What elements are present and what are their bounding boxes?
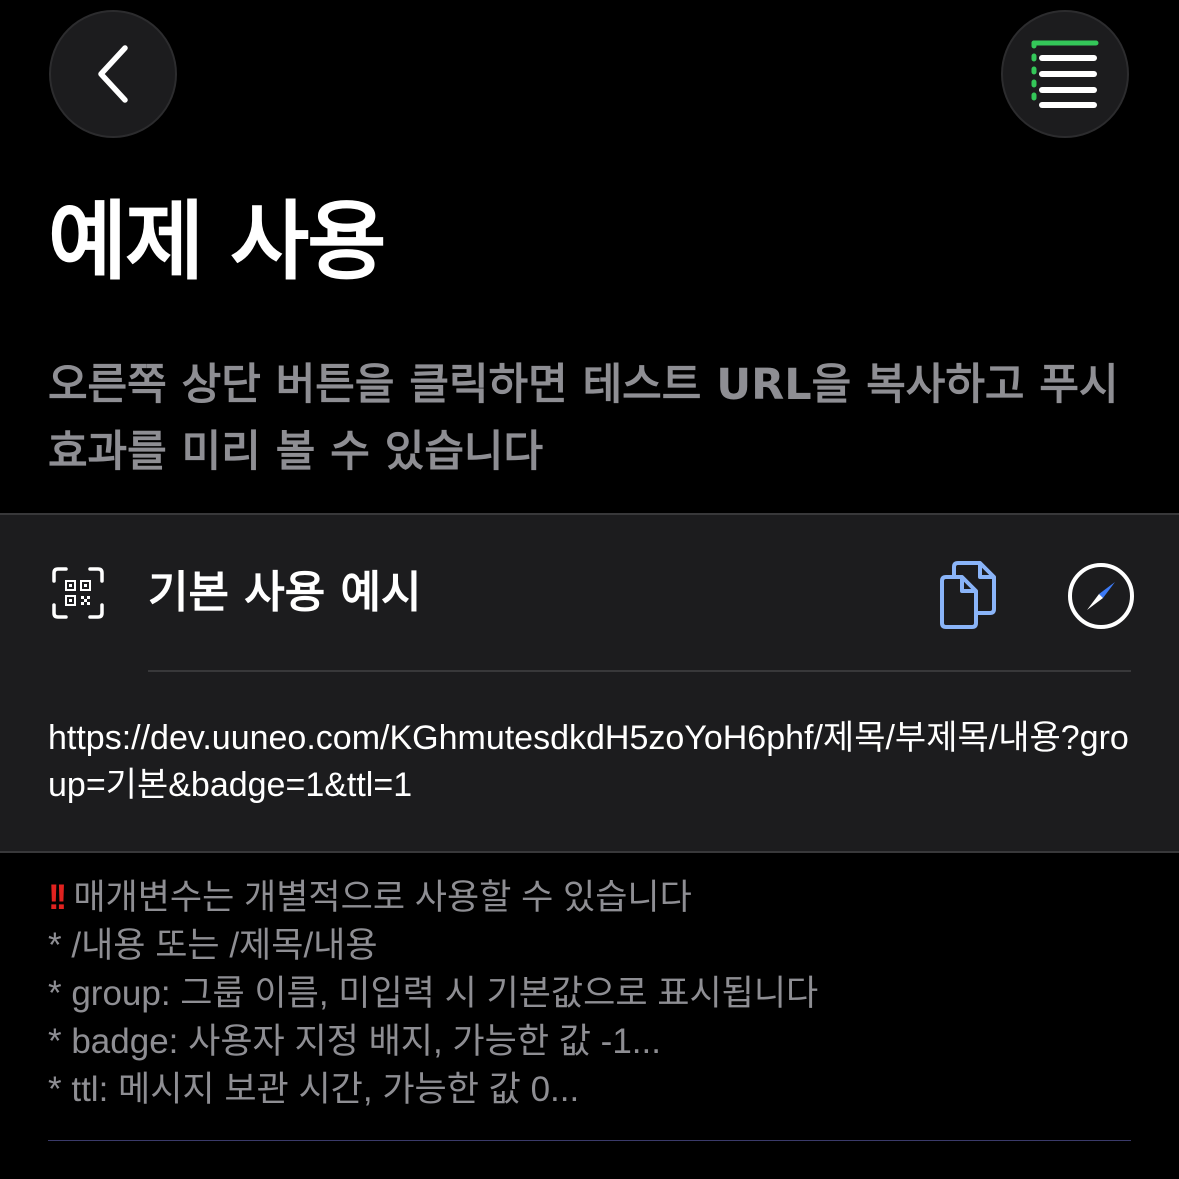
list-item: * group: 그룹 이름, 미입력 시 기본값으로 표시됩니다 — [48, 974, 819, 1013]
copy-doc-icon[interactable] — [936, 559, 1000, 631]
parameter-notes: !! 매개변수는 개별적으로 사용할 수 있습니다 * /내용 또는 /제목/내용… — [48, 874, 1138, 1114]
example-url[interactable]: https://dev.uuneo.com/KGhmutesdkdH5zoYoH… — [48, 715, 1138, 809]
list-item: * ttl: 메시지 보관 시간, 가능한 값 0... — [48, 1070, 580, 1109]
menu-button[interactable] — [1001, 10, 1129, 138]
bottom-divider — [48, 1140, 1131, 1141]
double-exclamation-icon: !! — [48, 878, 67, 917]
list-item: * badge: 사용자 지정 배지, 가능한 값 -1... — [48, 1022, 661, 1061]
example-card: 기본 사용 예시 https://dev.uuneo.com/KGhmutesd… — [0, 513, 1179, 853]
page-subtitle: 오른쪽 상단 버튼을 클릭하면 테스트 URL을 복사하고 푸시 효과를 미리 … — [48, 360, 1119, 477]
card-divider — [148, 670, 1131, 672]
chevron-left-icon — [98, 45, 128, 103]
page-title: 예제 사용 — [48, 192, 386, 292]
list-item: * /내용 또는 /제목/내용 — [48, 926, 378, 965]
notes-headline-row: !! 매개변수는 개별적으로 사용할 수 있습니다 — [48, 874, 1138, 922]
list-menu-icon — [1031, 40, 1099, 108]
card-title: 기본 사용 예시 — [148, 567, 422, 618]
qr-code-icon — [52, 567, 104, 619]
safari-compass-icon[interactable] — [1065, 560, 1137, 632]
notes-headline: 매개변수는 개별적으로 사용할 수 있습니다 — [73, 878, 692, 917]
back-button[interactable] — [49, 10, 177, 138]
